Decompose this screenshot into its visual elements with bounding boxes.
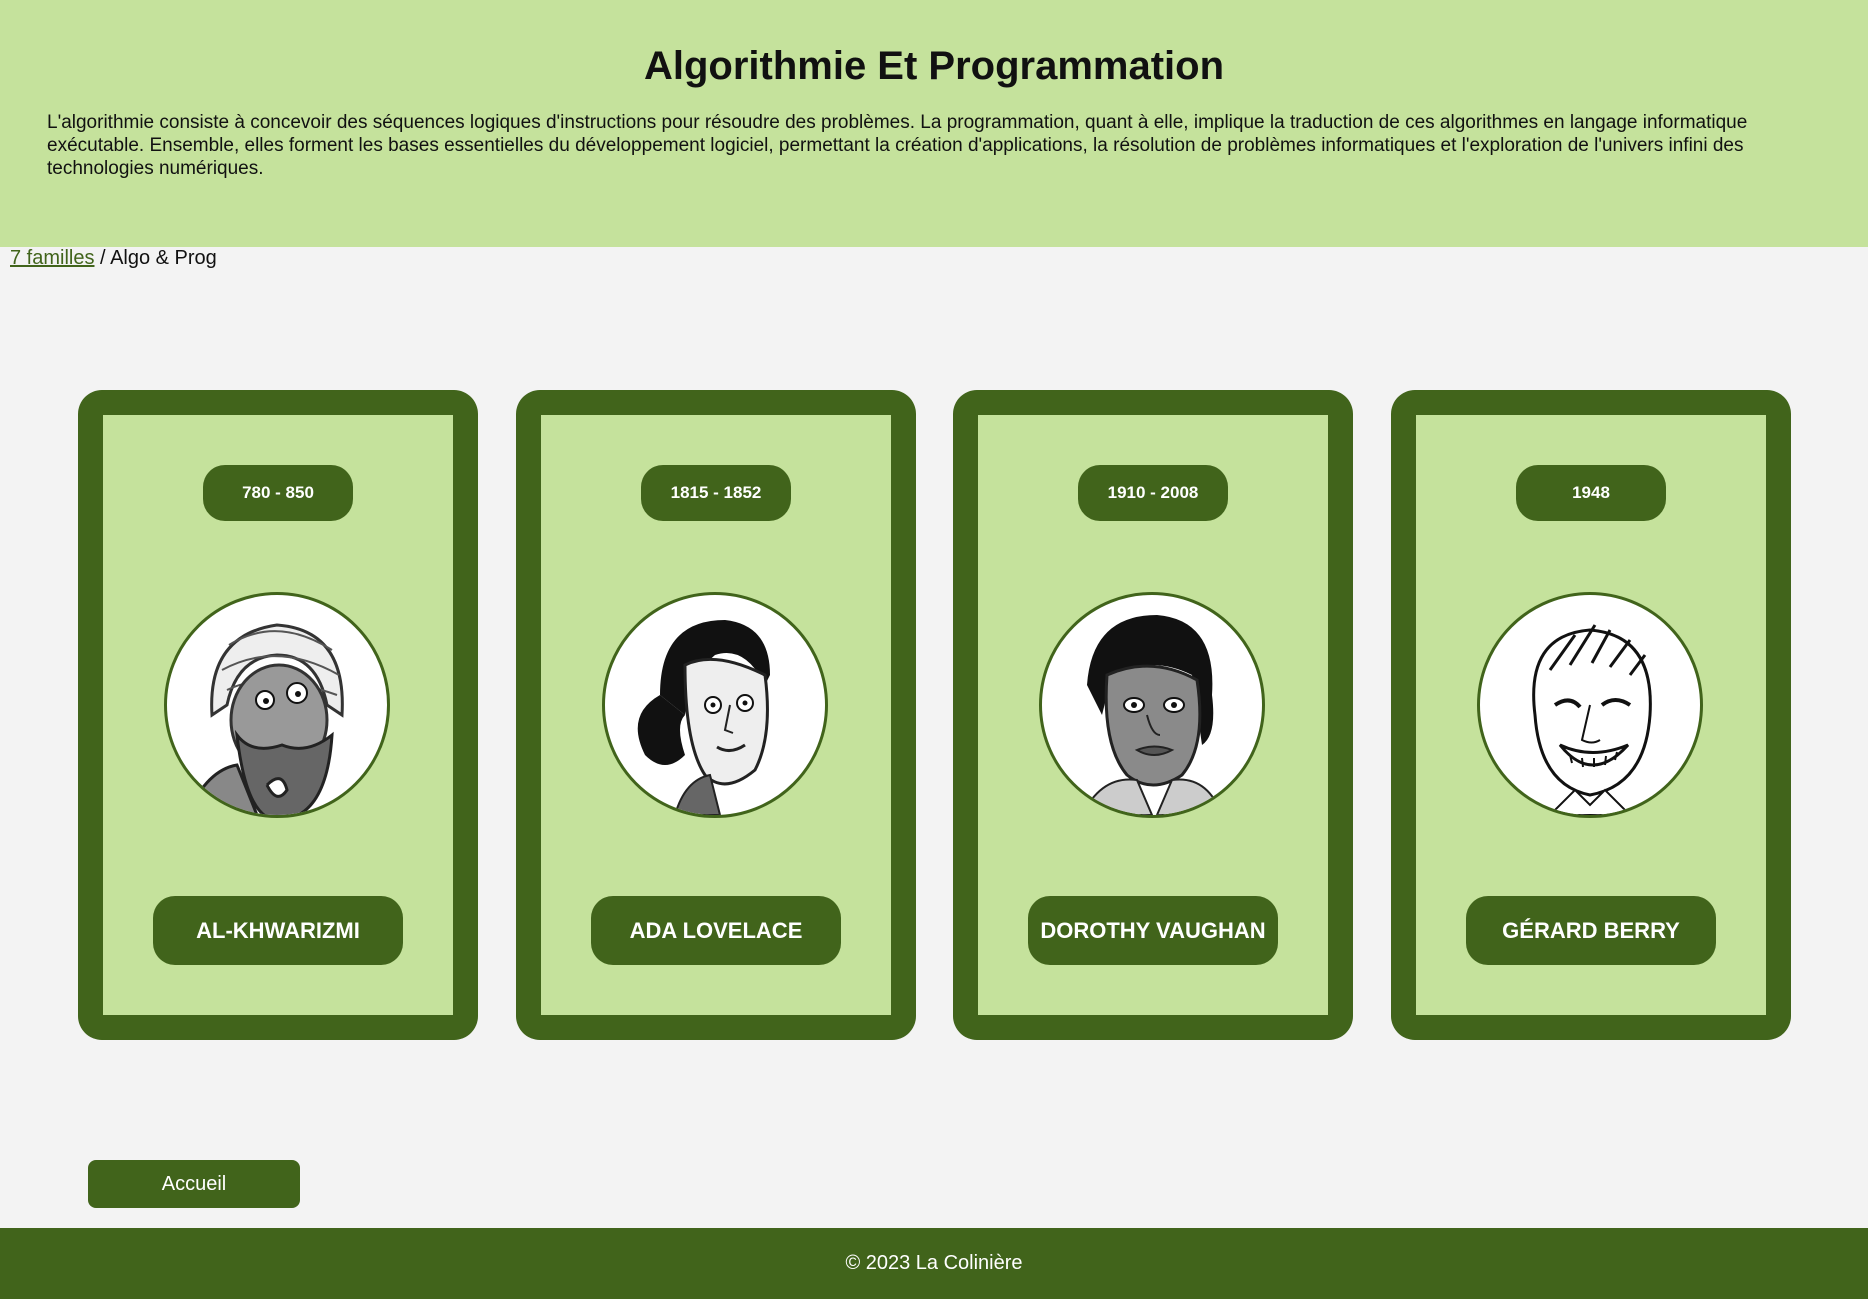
page-title: Algorithmie Et Programmation — [643, 44, 1225, 88]
card-inner: 1948 GÉRARD BERRY — [1416, 415, 1766, 1015]
al-khwarizmi-portrait-icon — [164, 592, 390, 818]
card-dates: 1910 - 2008 — [1078, 465, 1228, 521]
card-al-khwarizmi[interactable]: 780 - 850 AL-KHWARIZMI — [78, 390, 478, 1040]
card-inner: 780 - 850 AL-KHWARIZMI — [103, 415, 453, 1015]
breadcrumb: 7 familles / Algo & Prog — [10, 247, 217, 269]
card-ada-lovelace[interactable]: 1815 - 1852 ADA LOVELACE — [516, 390, 916, 1040]
card-name-button[interactable]: AL-KHWARIZMI — [153, 896, 403, 965]
ada-lovelace-portrait-icon — [602, 592, 828, 818]
card-name-button[interactable]: ADA LOVELACE — [591, 896, 841, 965]
page-description: L'algorithmie consiste à concevoir des s… — [47, 112, 1748, 179]
page-header: Algorithmie Et Programmation L'algorithm… — [0, 0, 1868, 247]
card-dates: 1948 — [1516, 465, 1666, 521]
card-gerard-berry[interactable]: 1948 GÉRARD BERRY — [1391, 390, 1791, 1040]
card-dorothy-vaughan[interactable]: 1910 - 2008 DOROTHY VAUGHAN — [953, 390, 1353, 1040]
home-button[interactable]: Accueil — [88, 1160, 300, 1208]
card-dates: 780 - 850 — [203, 465, 353, 521]
card-inner: 1910 - 2008 DOROTHY VAUGHAN — [978, 415, 1328, 1015]
breadcrumb-link-7-familles[interactable]: 7 familles — [10, 247, 94, 269]
page-footer: © 2023 La Colinière — [0, 1228, 1868, 1299]
breadcrumb-current: Algo & Prog — [110, 247, 217, 269]
card-inner: 1815 - 1852 ADA LOVELACE — [541, 415, 891, 1015]
gerard-berry-portrait-icon — [1477, 592, 1703, 818]
dorothy-vaughan-portrait-icon — [1039, 592, 1265, 818]
card-name-button[interactable]: GÉRARD BERRY — [1466, 896, 1716, 965]
breadcrumb-separator: / — [94, 247, 111, 269]
card-name-button[interactable]: DOROTHY VAUGHAN — [1028, 896, 1278, 965]
card-dates: 1815 - 1852 — [641, 465, 791, 521]
